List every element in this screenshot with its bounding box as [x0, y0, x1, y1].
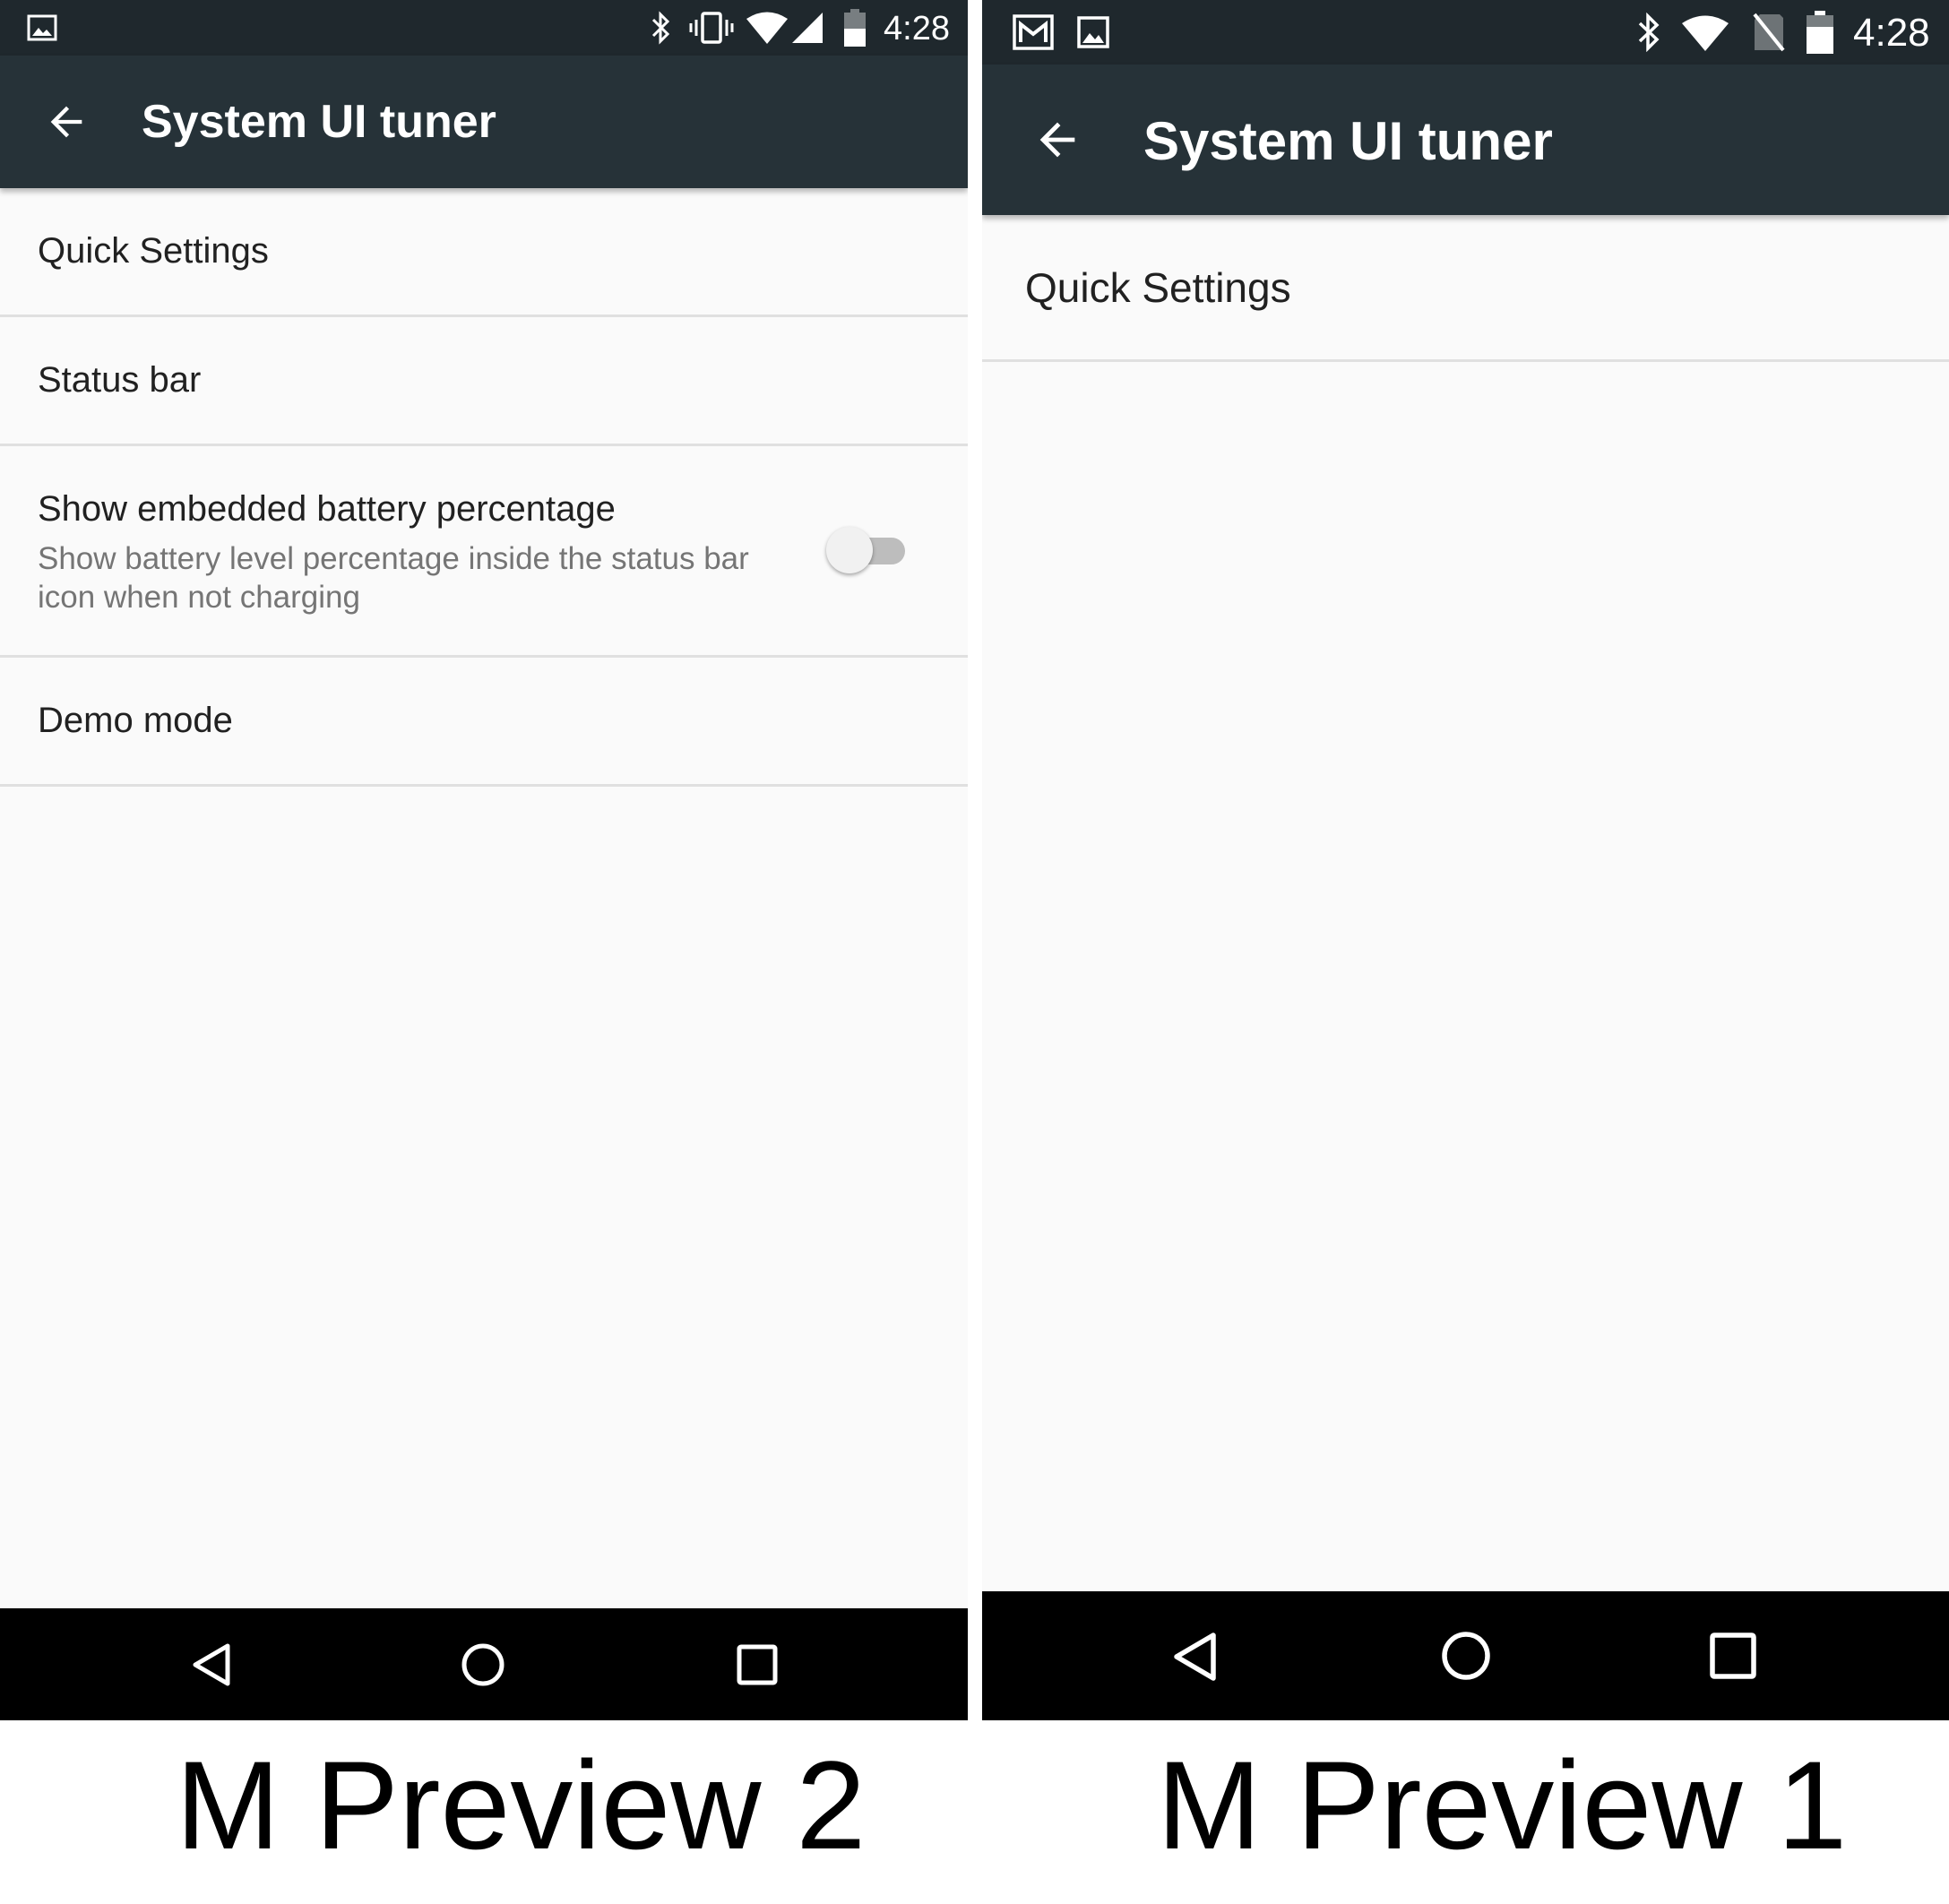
status-time: 4:28	[1853, 11, 1930, 55]
nav-bar	[0, 1608, 968, 1720]
gmail-icon	[1013, 14, 1054, 50]
bluetooth-icon	[651, 11, 670, 45]
wifi-icon	[746, 12, 788, 44]
battery-percentage-toggle[interactable]	[826, 525, 907, 575]
right-phone-screen: 4:28 System UI tuner Quick Settings	[982, 0, 1949, 1720]
vibrate-icon	[689, 12, 734, 44]
list-item-quick-settings[interactable]: Quick Settings	[0, 188, 968, 317]
app-title: System UI tuner	[1143, 111, 1553, 171]
item-summary: Show battery level percentage inside the…	[38, 541, 749, 615]
cell-signal-icon	[792, 13, 823, 43]
image-notification-icon	[1077, 16, 1109, 48]
back-triangle-icon[interactable]	[190, 1642, 233, 1687]
settings-list: Quick Settings	[982, 215, 1949, 362]
item-title: Status bar	[38, 360, 202, 400]
home-circle-icon[interactable]	[461, 1642, 505, 1687]
wifi-icon	[1682, 15, 1729, 51]
app-title: System UI tuner	[142, 96, 496, 148]
list-item-embedded-battery-percentage[interactable]: Show embedded battery percentage Show ba…	[0, 446, 968, 658]
item-title: Show embedded battery percentage	[38, 489, 616, 529]
recents-square-icon[interactable]	[1710, 1633, 1756, 1679]
status-time: 4:28	[884, 10, 950, 47]
caption-m-preview-2: M Preview 2	[176, 1735, 867, 1875]
battery-icon	[1807, 11, 1833, 54]
item-title: Quick Settings	[1025, 264, 1291, 311]
status-bar: 4:28	[0, 0, 968, 56]
list-item-quick-settings[interactable]: Quick Settings	[982, 215, 1949, 362]
arrow-back-icon[interactable]	[1031, 114, 1083, 166]
caption-m-preview-1: M Preview 1	[1157, 1735, 1848, 1875]
battery-icon	[844, 9, 866, 47]
left-phone-screen: 4:28 System UI tuner Quick Settings Stat…	[0, 0, 968, 1720]
toggle-thumb	[826, 527, 873, 573]
list-item-status-bar[interactable]: Status bar	[0, 317, 968, 446]
app-bar: System UI tuner	[0, 56, 968, 188]
status-bar: 4:28	[982, 0, 1949, 65]
item-title: Quick Settings	[38, 231, 269, 271]
no-sim-icon	[1753, 13, 1785, 52]
recents-square-icon[interactable]	[737, 1644, 778, 1685]
app-bar: System UI tuner	[982, 65, 1949, 215]
settings-list: Quick Settings Status bar Show embedded …	[0, 188, 968, 787]
bluetooth-icon	[1638, 13, 1660, 52]
arrow-back-icon[interactable]	[43, 99, 90, 145]
back-triangle-icon[interactable]	[1170, 1631, 1220, 1683]
home-circle-icon[interactable]	[1441, 1631, 1491, 1681]
list-item-demo-mode[interactable]: Demo mode	[0, 658, 968, 787]
image-notification-icon	[27, 14, 57, 41]
item-title: Demo mode	[38, 701, 233, 740]
nav-bar	[982, 1591, 1949, 1720]
